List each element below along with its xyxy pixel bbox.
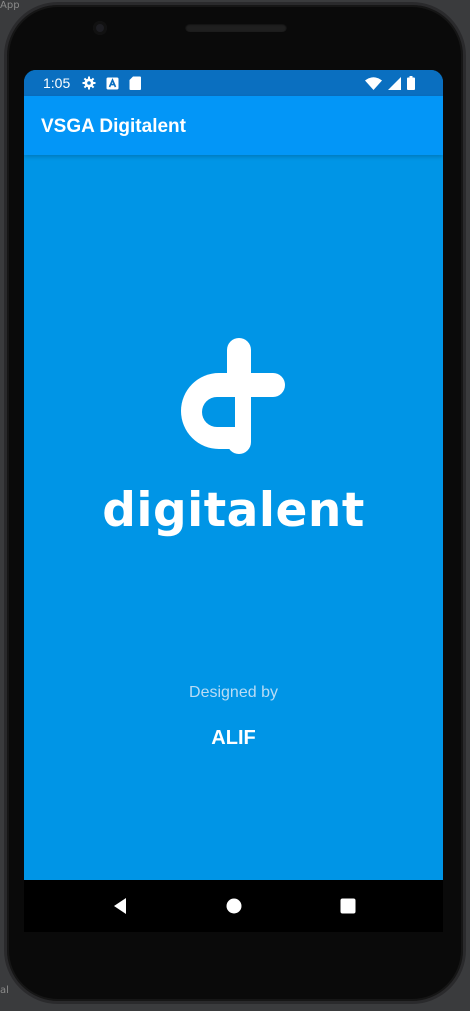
recents-button[interactable] [336,894,360,918]
back-triangle-icon [114,898,126,914]
digitalent-logo-icon [175,338,287,478]
battery-icon [407,76,415,93]
status-icons-right [365,76,415,93]
app-title: VSGA Digitalent [41,116,186,137]
status-bar: 1:05 [24,70,443,96]
navigation-bar [24,880,443,932]
gear-icon [82,76,96,93]
home-circle-icon [226,898,242,914]
wifi-icon [365,76,382,93]
font-a-icon [106,77,119,93]
front-camera [93,21,107,35]
background-side-text: al [0,985,9,996]
home-button[interactable] [222,894,246,918]
brand-wordmark: digitalent [102,483,365,538]
status-time: 1:05 [43,75,71,91]
app-bar: VSGA Digitalent [24,96,443,155]
earpiece-speaker [185,23,287,32]
back-button[interactable] [108,894,132,918]
background-app-text: App [0,0,20,11]
recents-square-icon [340,898,356,914]
sd-card-icon [129,76,141,93]
signal-icon [388,76,401,93]
author-name: ALIF [211,727,256,749]
designed-by-label: Designed by [189,684,278,701]
status-icons-left [82,76,141,93]
app-screen: 1:05 VSGA Digitalent digitalent Designed… [24,70,443,880]
